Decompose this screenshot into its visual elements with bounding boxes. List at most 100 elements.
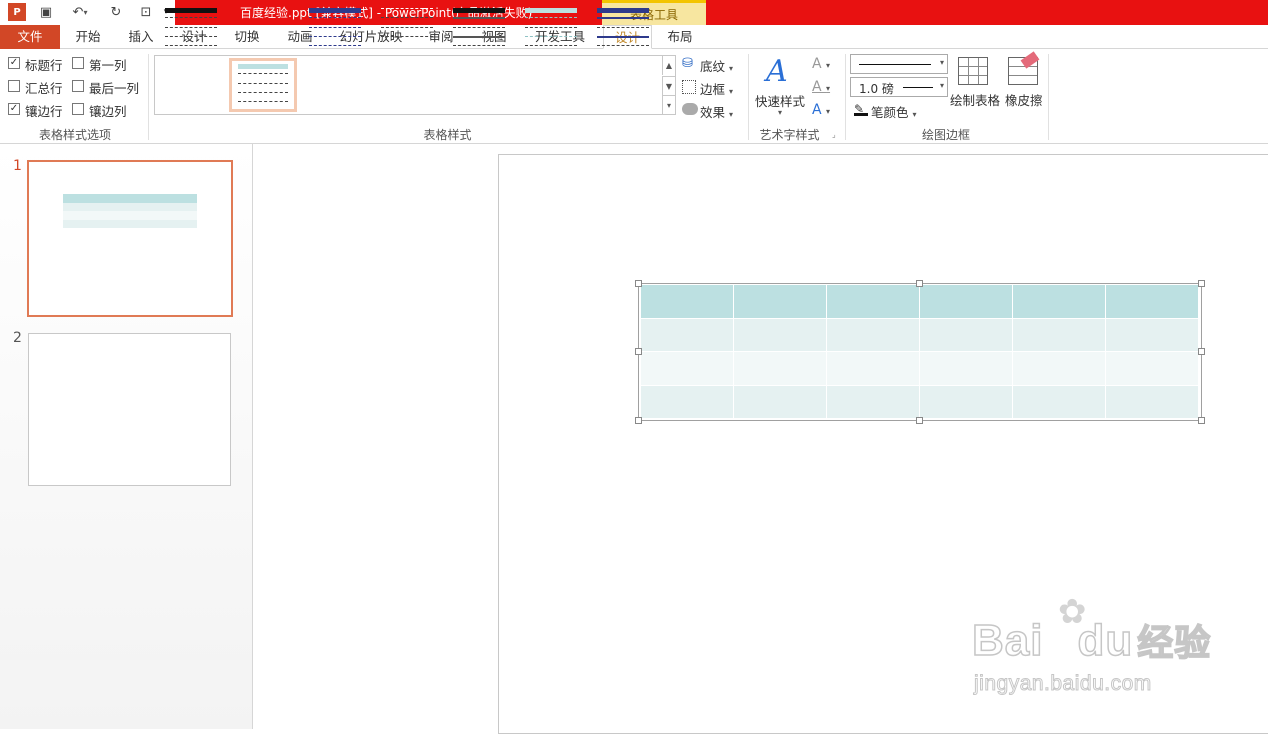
first-column-checkbox[interactable] xyxy=(72,57,84,69)
banded-columns-checkbox[interactable] xyxy=(72,103,84,115)
resize-handle[interactable] xyxy=(916,417,923,424)
save-icon[interactable]: ▣ xyxy=(37,3,55,21)
group-separator xyxy=(1048,54,1049,140)
resize-handle[interactable] xyxy=(1198,417,1205,424)
table-style-swatch[interactable] xyxy=(450,6,508,52)
table-cell[interactable] xyxy=(1013,318,1106,352)
quick-styles-icon[interactable]: A xyxy=(766,54,788,89)
resize-handle[interactable] xyxy=(635,348,642,355)
table-cell[interactable] xyxy=(1106,352,1199,386)
pen-color-button[interactable]: 笔颜色 ▾ xyxy=(871,102,917,121)
pen-style-dropdown[interactable]: ▾ xyxy=(850,54,948,74)
header-row-label: 标题行 xyxy=(25,58,63,73)
table-cell[interactable] xyxy=(920,318,1013,352)
dialog-launcher-icon[interactable]: ⌟ xyxy=(832,130,836,139)
banded-rows-label: 镶边行 xyxy=(25,104,63,119)
tab-transitions[interactable]: 切换 xyxy=(222,25,272,49)
eraser-button[interactable]: 橡皮擦 xyxy=(1005,90,1043,109)
table-cell[interactable] xyxy=(920,385,1013,419)
table-style-swatch[interactable] xyxy=(306,6,364,52)
banded-rows-checkbox[interactable]: ✓ xyxy=(8,103,20,115)
shading-label: 底纹 xyxy=(700,59,726,74)
shading-button[interactable]: 底纹 ▾ xyxy=(700,56,733,75)
table-cell[interactable] xyxy=(641,285,734,319)
table-cell[interactable] xyxy=(641,385,734,419)
group-separator xyxy=(748,54,749,140)
resize-handle[interactable] xyxy=(1198,280,1205,287)
wordart-styles-group-label: 艺术字样式 xyxy=(759,128,820,142)
borders-label: 边框 xyxy=(700,82,726,97)
table-style-swatch[interactable] xyxy=(378,6,436,52)
watermark-brand2: du xyxy=(1077,615,1134,666)
table-cell[interactable] xyxy=(827,385,920,419)
slide-thumbnail-1[interactable] xyxy=(27,160,233,317)
redo-icon[interactable]: ↻ xyxy=(107,3,125,21)
quick-styles-dropdown-icon[interactable]: ▾ xyxy=(778,108,782,117)
table-cell[interactable] xyxy=(827,318,920,352)
borders-icon[interactable] xyxy=(682,80,696,94)
table-styles-group-label: 表格样式 xyxy=(423,128,472,142)
table-style-swatch-selected[interactable] xyxy=(229,58,297,112)
slide-number: 1 xyxy=(13,158,22,174)
table-cell[interactable] xyxy=(734,318,827,352)
table-cell[interactable] xyxy=(1106,318,1199,352)
resize-handle[interactable] xyxy=(635,280,642,287)
table-cell[interactable] xyxy=(920,285,1013,319)
banded-columns-label: 镶边列 xyxy=(89,104,127,119)
gallery-scroll-up-icon[interactable]: ▲ xyxy=(662,56,675,75)
undo-icon[interactable]: ↶ ▾ xyxy=(66,3,94,21)
effects-button[interactable]: 效果 ▾ xyxy=(700,102,733,121)
slide-thumbnail-2[interactable] xyxy=(28,333,231,486)
borders-button[interactable]: 边框 ▾ xyxy=(700,79,733,98)
gallery-more-icon[interactable]: ▾ xyxy=(662,95,675,114)
table-style-options-group-label: 表格样式选项 xyxy=(38,128,111,142)
table-cell[interactable] xyxy=(920,352,1013,386)
table-cell[interactable] xyxy=(827,352,920,386)
tab-home[interactable]: 开始 xyxy=(62,25,114,49)
table-cell[interactable] xyxy=(1013,285,1106,319)
resize-handle[interactable] xyxy=(1198,348,1205,355)
pen-weight-dropdown[interactable]: 1.0 磅 ▾ xyxy=(850,77,948,97)
watermark-cn: 经验 xyxy=(1136,621,1212,664)
start-slideshow-icon[interactable]: ⊡ xyxy=(136,3,156,21)
table-cell[interactable] xyxy=(1106,385,1199,419)
shading-icon[interactable]: ⛁ xyxy=(682,56,698,72)
total-row-label: 汇总行 xyxy=(25,81,63,96)
tab-table-layout[interactable]: 布局 xyxy=(654,25,706,49)
tab-insert[interactable]: 插入 xyxy=(116,25,166,49)
table-cell[interactable] xyxy=(827,285,920,319)
effects-icon[interactable] xyxy=(682,103,698,115)
gallery-scroll-down-icon[interactable]: ▼ xyxy=(662,76,675,95)
resize-handle[interactable] xyxy=(635,417,642,424)
last-column-label: 最后一列 xyxy=(89,81,140,96)
table-cell[interactable] xyxy=(1013,352,1106,386)
resize-handle[interactable] xyxy=(916,280,923,287)
table-cell[interactable] xyxy=(734,385,827,419)
table-cell[interactable] xyxy=(1013,385,1106,419)
baidu-jingyan-watermark: ✿ Bai du 经验 jingyan.baidu.com xyxy=(970,592,1212,702)
total-row-checkbox[interactable] xyxy=(8,80,20,92)
last-column-checkbox[interactable] xyxy=(72,80,84,92)
slide-table[interactable] xyxy=(641,285,1199,419)
pen-color-icon[interactable]: ✎ xyxy=(854,102,868,116)
draw-table-icon[interactable] xyxy=(958,57,988,85)
text-outline-icon[interactable]: A ▾ xyxy=(812,79,830,95)
table-style-swatch[interactable] xyxy=(594,6,652,52)
table-style-swatch[interactable] xyxy=(522,6,580,52)
table-cell[interactable] xyxy=(641,352,734,386)
text-fill-icon[interactable]: A ▾ xyxy=(812,56,830,72)
header-row-checkbox[interactable]: ✓ xyxy=(8,57,20,69)
watermark-brand: Bai xyxy=(971,615,1044,666)
table-cell[interactable] xyxy=(734,285,827,319)
table-cell[interactable] xyxy=(734,352,827,386)
tab-file[interactable]: 文件 xyxy=(0,25,60,49)
table-style-swatch[interactable] xyxy=(162,6,220,52)
pen-color-label: 笔颜色 xyxy=(871,105,909,120)
pen-weight-value: 1.0 磅 xyxy=(859,82,894,96)
table-cell[interactable] xyxy=(641,318,734,352)
group-separator xyxy=(148,54,149,140)
draw-table-button[interactable]: 绘制表格 xyxy=(950,90,1000,109)
table-cell[interactable] xyxy=(1106,285,1199,319)
text-effects-icon[interactable]: A ▾ xyxy=(812,102,830,118)
first-column-label: 第一列 xyxy=(89,58,127,73)
